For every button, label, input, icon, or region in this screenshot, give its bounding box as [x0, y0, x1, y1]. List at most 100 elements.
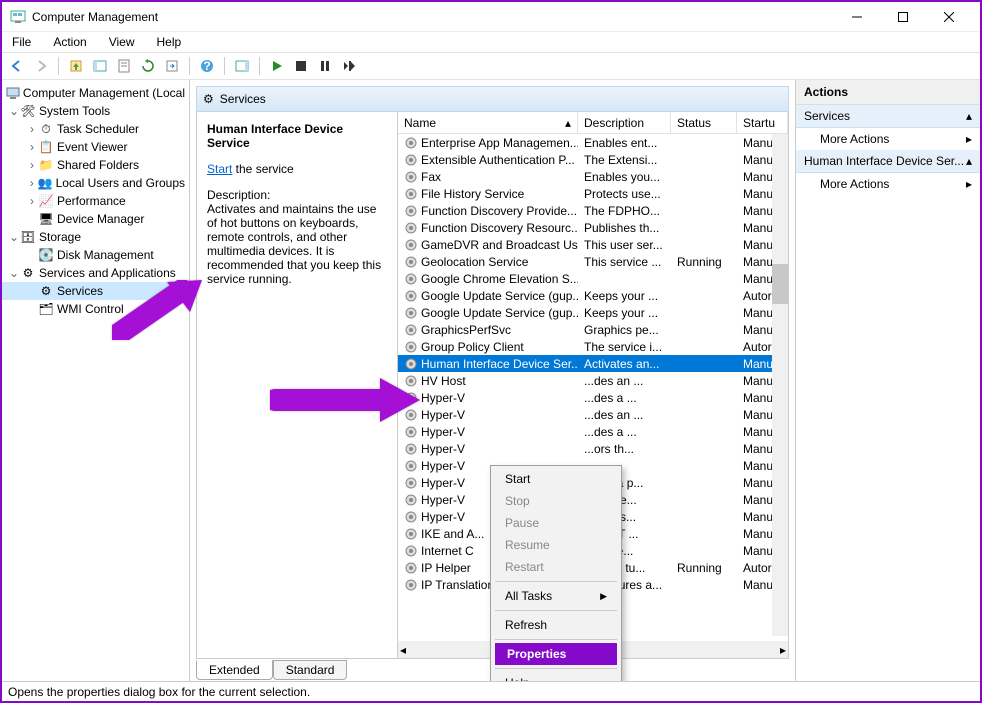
menu-view[interactable]: View	[105, 33, 139, 51]
stop-service-button[interactable]	[290, 55, 312, 77]
service-row[interactable]: Hyper-V...ors th...Manu	[398, 440, 788, 457]
tree-services: Services	[57, 284, 103, 298]
show-hide-action-button[interactable]	[231, 55, 253, 77]
service-row[interactable]: Google Update Service (gup...Keeps your …	[398, 304, 788, 321]
service-row[interactable]: Geolocation ServiceThis service ...Runni…	[398, 253, 788, 270]
ctx-refresh[interactable]: Refresh	[493, 614, 619, 636]
chevron-right-icon: ▸	[966, 132, 972, 146]
status-text: Opens the properties dialog box for the …	[8, 685, 310, 699]
ctx-help[interactable]: Help	[493, 672, 619, 681]
ctx-all-tasks[interactable]: All Tasks▶	[493, 585, 619, 607]
description-text: Activates and maintains the use of hot b…	[207, 202, 387, 286]
description-label: Description:	[207, 188, 387, 202]
tree-device-manager[interactable]: Device Manager	[57, 212, 144, 226]
tree-shared-folders[interactable]: Shared Folders	[57, 158, 139, 172]
chevron-down-icon[interactable]: ⌄	[8, 266, 20, 280]
chevron-right-icon[interactable]: ›	[26, 122, 38, 136]
tree-services-apps[interactable]: Services and Applications	[39, 266, 176, 280]
export-button[interactable]	[161, 55, 183, 77]
up-button[interactable]	[65, 55, 87, 77]
ctx-resume: Resume	[493, 534, 619, 556]
gear-icon	[404, 493, 418, 507]
close-button[interactable]	[926, 2, 972, 32]
service-row[interactable]: Hyper-V...des an ...Manu	[398, 406, 788, 423]
back-button[interactable]	[6, 55, 28, 77]
column-startup[interactable]: Startu	[737, 112, 788, 133]
chevron-down-icon[interactable]: ⌄	[8, 104, 20, 118]
tree-system-tools[interactable]: System Tools	[39, 104, 110, 118]
service-row[interactable]: GameDVR and Broadcast Us...This user ser…	[398, 236, 788, 253]
chevron-right-icon[interactable]: ›	[26, 176, 37, 190]
service-row[interactable]: Google Chrome Elevation S...Manu	[398, 270, 788, 287]
wmi-icon: 🗂	[38, 301, 54, 317]
actions-more-2[interactable]: More Actions▸	[796, 173, 980, 195]
services-header: ⚙ Services	[196, 86, 789, 112]
tree-storage[interactable]: Storage	[39, 230, 81, 244]
menu-file[interactable]: File	[8, 33, 35, 51]
service-row[interactable]: Google Update Service (gup...Keeps your …	[398, 287, 788, 304]
gear-icon	[404, 306, 418, 320]
forward-button[interactable]	[30, 55, 52, 77]
actions-group-selected[interactable]: Human Interface Device Ser...▴	[796, 150, 980, 173]
pause-service-button[interactable]	[314, 55, 336, 77]
service-row[interactable]: File History ServiceProtects use...Manu	[398, 185, 788, 202]
service-row[interactable]: Human Interface Device Ser...Activates a…	[398, 355, 788, 372]
tab-standard[interactable]: Standard	[273, 660, 348, 680]
gear-icon	[404, 238, 418, 252]
service-row[interactable]: Function Discovery Resourc...Publishes t…	[398, 219, 788, 236]
tab-extended[interactable]: Extended	[196, 660, 273, 680]
service-row[interactable]: FaxEnables you...Manu	[398, 168, 788, 185]
tree-event-viewer[interactable]: Event Viewer	[57, 140, 127, 154]
service-row[interactable]: GraphicsPerfSvcGraphics pe...Manu	[398, 321, 788, 338]
performance-icon: 📈	[38, 193, 54, 209]
service-row[interactable]: Function Discovery Provide...The FDPHO..…	[398, 202, 788, 219]
column-status[interactable]: Status	[671, 112, 737, 133]
service-row[interactable]: HV Host...des an ...Manu	[398, 372, 788, 389]
service-row[interactable]: Group Policy ClientThe service i...Autor	[398, 338, 788, 355]
service-row[interactable]: Hyper-V...des a ...Manu	[398, 423, 788, 440]
vertical-scrollbar[interactable]	[772, 134, 788, 636]
chevron-right-icon[interactable]: ›	[26, 140, 38, 154]
tree-disk-management[interactable]: Disk Management	[57, 248, 154, 262]
help-button[interactable]: ?	[196, 55, 218, 77]
chevron-right-icon[interactable]: ›	[26, 194, 38, 208]
tree-root[interactable]: Computer Management (Local	[23, 86, 185, 100]
actions-group-services[interactable]: Services▴	[796, 105, 980, 128]
column-name[interactable]: Name▴	[398, 112, 578, 133]
start-service-text: the service	[232, 162, 293, 176]
menu-action[interactable]: Action	[49, 33, 90, 51]
app-icon	[10, 9, 26, 25]
gear-icon	[404, 323, 418, 337]
scroll-left-icon[interactable]: ◂	[400, 643, 406, 657]
service-row[interactable]: Enterprise App Managemen...Enables ent..…	[398, 134, 788, 151]
tree-performance[interactable]: Performance	[57, 194, 126, 208]
refresh-button[interactable]	[137, 55, 159, 77]
services-header-title: Services	[220, 92, 266, 106]
svg-text:?: ?	[203, 59, 210, 73]
gear-icon	[404, 527, 418, 541]
chevron-down-icon[interactable]: ⌄	[8, 230, 20, 244]
service-row[interactable]: Hyper-V...des a ...Manu	[398, 389, 788, 406]
service-row[interactable]: Extensible Authentication P...The Extens…	[398, 151, 788, 168]
scroll-right-icon[interactable]: ▸	[780, 643, 786, 657]
chevron-right-icon: ▶	[600, 591, 607, 602]
chevron-right-icon[interactable]: ›	[26, 158, 38, 172]
tree-task-scheduler[interactable]: Task Scheduler	[57, 122, 139, 136]
properties-button[interactable]	[113, 55, 135, 77]
users-icon: 👥	[37, 175, 52, 191]
start-service-button[interactable]	[266, 55, 288, 77]
start-service-link[interactable]: Start	[207, 162, 232, 176]
restart-service-button[interactable]	[338, 55, 360, 77]
ctx-properties[interactable]: Properties	[495, 643, 617, 665]
tree-local-users[interactable]: Local Users and Groups	[56, 176, 185, 190]
ctx-start[interactable]: Start	[493, 468, 619, 490]
gear-icon	[404, 221, 418, 235]
services-app-icon: ⚙	[20, 265, 36, 281]
menu-help[interactable]: Help	[153, 33, 186, 51]
minimize-button[interactable]	[834, 2, 880, 32]
tree-pane[interactable]: Computer Management (Local ⌄🛠System Tool…	[2, 80, 190, 681]
column-description[interactable]: Description	[578, 112, 671, 133]
show-hide-tree-button[interactable]	[89, 55, 111, 77]
actions-more-1[interactable]: More Actions▸	[796, 128, 980, 150]
maximize-button[interactable]	[880, 2, 926, 32]
